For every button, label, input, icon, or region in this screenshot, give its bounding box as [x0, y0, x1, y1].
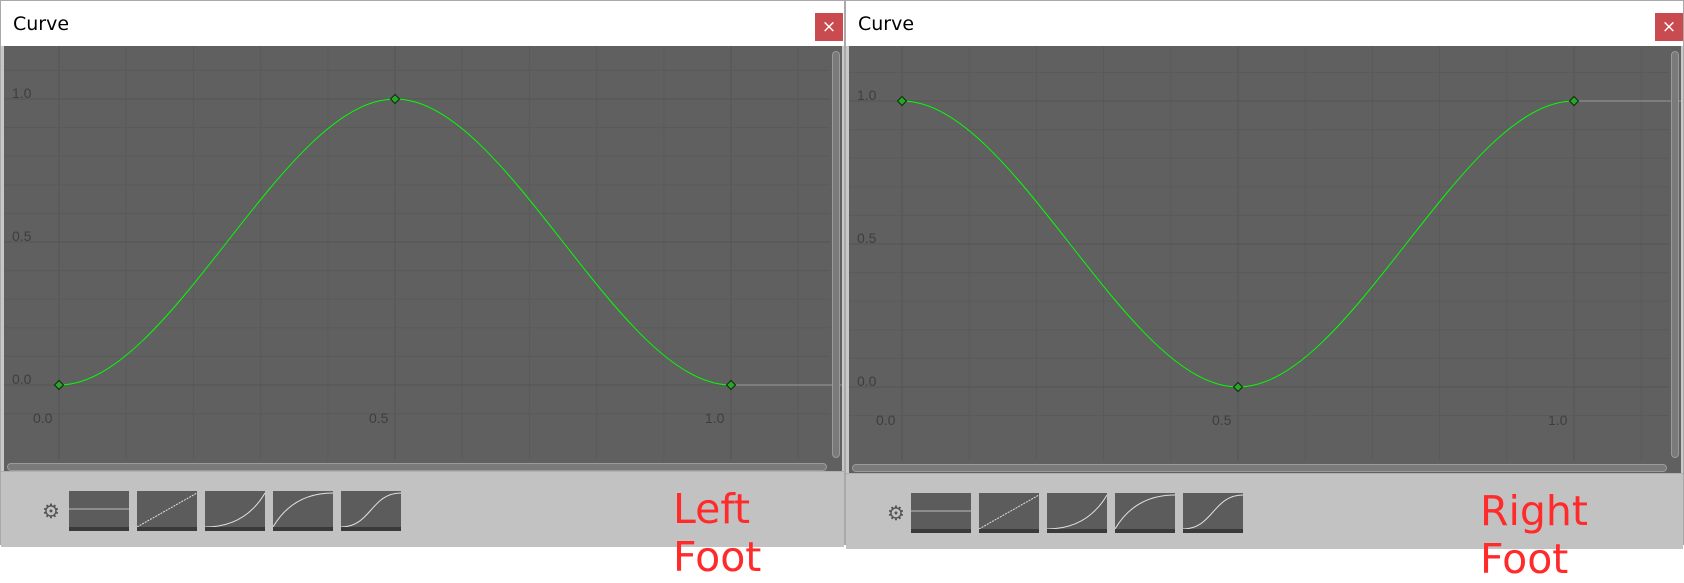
preset-ease-in-out[interactable]	[341, 491, 401, 531]
x-tick-label: 1.0	[1548, 412, 1568, 428]
keyframe-point[interactable]	[1568, 95, 1580, 107]
preset-ease-in-out-icon	[1183, 494, 1243, 533]
y-tick-label: 0.5	[12, 228, 32, 244]
keyframe-point[interactable]	[53, 379, 65, 391]
preset-linear-icon	[979, 494, 1039, 533]
window-title: Curve	[858, 13, 915, 35]
preset-flat[interactable]	[911, 493, 971, 533]
close-icon: ×	[821, 17, 837, 37]
preset-ease-in-out[interactable]	[1183, 493, 1243, 533]
x-tick-label: 0.5	[369, 410, 389, 426]
keyframe-point[interactable]	[389, 93, 401, 105]
vertical-scrollbar[interactable]	[1671, 51, 1679, 458]
x-tick-label: 0.0	[33, 410, 53, 426]
keyframe-point[interactable]	[1232, 381, 1244, 393]
preset-linear-icon	[137, 492, 197, 531]
vertical-scrollbar[interactable]	[832, 51, 840, 458]
y-tick-label: 0.5	[857, 230, 877, 246]
keyframe-point[interactable]	[896, 95, 908, 107]
curve-window-left-foot: Curve × 1.0 0.5 0.0 0.0 0.5 1.0 ⚙ Left Foot	[0, 0, 845, 581]
preset-flat-icon	[911, 510, 971, 533]
curve-graph[interactable]: 1.0 0.5 0.0 0.0 0.5 1.0	[4, 46, 842, 471]
preset-ease-out[interactable]	[273, 491, 333, 531]
y-tick-label: 1.0	[12, 85, 32, 101]
preset-ease-in[interactable]	[205, 491, 265, 531]
close-icon: ×	[1661, 17, 1677, 37]
gear-icon[interactable]: ⚙	[42, 502, 60, 522]
title-bar: Curve ×	[846, 1, 1683, 46]
grid	[849, 46, 1669, 461]
close-button[interactable]: ×	[815, 13, 843, 41]
preset-ease-in[interactable]	[1047, 493, 1107, 533]
preset-linear[interactable]	[137, 491, 197, 531]
preset-toolbar: ⚙ Right Foot	[846, 473, 1683, 583]
y-tick-label: 0.0	[857, 373, 877, 389]
curve-graph[interactable]: 1.0 0.5 0.0 0.0 0.5 1.0	[849, 46, 1681, 473]
preset-toolbar: ⚙ Left Foot	[1, 471, 844, 581]
grid	[4, 46, 830, 459]
preset-ease-in-icon	[205, 492, 265, 531]
horizontal-scrollbar[interactable]	[7, 463, 827, 471]
preset-ease-in-out-icon	[341, 492, 401, 531]
window-title: Curve	[13, 13, 70, 35]
y-tick-label: 1.0	[857, 87, 877, 103]
preset-ease-in-icon	[1047, 494, 1107, 533]
keyframe-point[interactable]	[725, 379, 737, 391]
foot-label: Left Foot	[673, 485, 762, 581]
preset-flat-icon	[69, 508, 129, 531]
horizontal-scrollbar[interactable]	[852, 464, 1667, 472]
preset-ease-out-icon	[1115, 494, 1175, 533]
preset-ease-out-icon	[273, 492, 333, 531]
close-button[interactable]: ×	[1655, 13, 1683, 41]
preset-flat[interactable]	[69, 491, 129, 531]
gear-icon[interactable]: ⚙	[887, 504, 905, 524]
x-tick-label: 0.5	[1212, 412, 1232, 428]
preset-linear[interactable]	[979, 493, 1039, 533]
y-tick-label: 0.0	[12, 371, 32, 387]
preset-ease-out[interactable]	[1115, 493, 1175, 533]
x-tick-label: 0.0	[876, 412, 896, 428]
x-tick-label: 1.0	[705, 410, 725, 426]
title-bar: Curve ×	[1, 1, 844, 46]
curve-window-right-foot: Curve × 1.0 0.5 0.0 0.0 0.5 1.0 ⚙ Right Foot	[845, 0, 1684, 583]
foot-label: Right Foot	[1480, 487, 1588, 583]
